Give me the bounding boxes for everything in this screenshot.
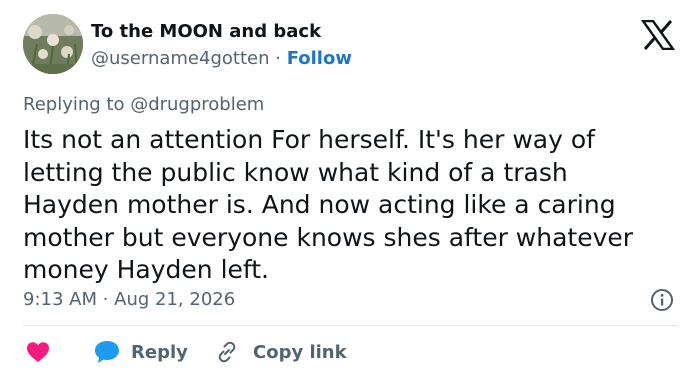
follow-button[interactable]: Follow (287, 48, 352, 69)
separator-dot: · (275, 48, 281, 69)
timestamp[interactable]: 9:13 AM · Aug 21, 2026 (23, 289, 235, 310)
copy-link-label: Copy link (253, 341, 347, 363)
author-handle-line: @username4gotten · Follow (91, 48, 352, 69)
divider (23, 325, 678, 326)
link-icon (218, 341, 236, 363)
tweet-body: Its not an attention For herself. It's h… (23, 125, 634, 285)
copy-link-button[interactable]: Copy link (215, 337, 347, 367)
heart-icon[interactable] (26, 341, 50, 363)
reply-button[interactable]: Reply (93, 337, 188, 367)
avatar-photo (23, 14, 83, 74)
info-icon[interactable] (650, 288, 674, 312)
avatar[interactable] (23, 14, 83, 74)
x-logo-icon[interactable] (641, 20, 675, 50)
author-name[interactable]: To the MOON and back (91, 21, 321, 42)
reply-bubble-icon (95, 341, 119, 363)
author-handle[interactable]: @username4gotten (91, 48, 269, 69)
replying-to[interactable]: Replying to @drugproblem (23, 94, 264, 115)
reply-label: Reply (131, 341, 188, 363)
